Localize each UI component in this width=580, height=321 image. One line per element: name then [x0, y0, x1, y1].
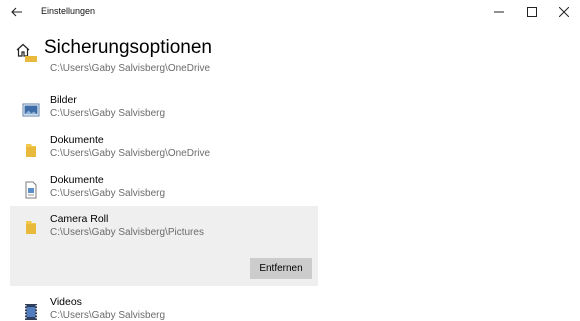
folder-path: C:\Users\Gaby Salvisberg\OneDrive	[50, 148, 211, 159]
arrow-left-icon[interactable]	[7, 3, 27, 21]
minimize-icon[interactable]	[485, 3, 513, 21]
folder-name: Videos	[50, 296, 82, 308]
folder-path: C:\Users\Gaby Salvisberg	[50, 108, 166, 119]
window-title: Einstellungen	[41, 6, 96, 16]
documents-folder-icon	[22, 181, 40, 199]
folder-path: C:\Users\Gaby Salvisberg	[50, 310, 166, 321]
folder-icon	[22, 141, 40, 159]
list-item[interactable]: Bilder C:\Users\Gaby Salvisberg	[10, 91, 318, 131]
folder-name: Dokumente	[50, 134, 104, 146]
list-item[interactable]: Videos C:\Users\Gaby Salvisberg	[10, 293, 318, 321]
folder-name: Bilder	[50, 94, 77, 106]
remove-button[interactable]: Entfernen	[250, 258, 312, 279]
list-item-selected[interactable]: Camera Roll C:\Users\Gaby Salvisberg\Pic…	[10, 206, 318, 286]
folder-name: Camera Roll	[50, 213, 109, 225]
folder-path: C:\Users\Gaby Salvisberg	[50, 188, 166, 199]
videos-folder-icon	[22, 303, 40, 321]
pictures-folder-icon	[22, 101, 40, 119]
maximize-icon[interactable]	[518, 3, 546, 21]
folder-name: Dokumente	[50, 174, 104, 186]
close-icon[interactable]	[550, 3, 578, 21]
list-item[interactable]: C:\Users\Gaby Salvisberg\OneDrive	[10, 56, 318, 80]
folder-icon	[22, 218, 40, 236]
title-bar: Einstellungen	[0, 0, 580, 24]
list-item[interactable]: Dokumente C:\Users\Gaby Salvisberg	[10, 171, 318, 211]
folder-icon	[22, 56, 40, 64]
folder-path: C:\Users\Gaby Salvisberg\Pictures	[50, 227, 204, 238]
list-item[interactable]: Dokumente C:\Users\Gaby Salvisberg\OneDr…	[10, 131, 318, 171]
folder-path: C:\Users\Gaby Salvisberg\OneDrive	[50, 63, 211, 74]
